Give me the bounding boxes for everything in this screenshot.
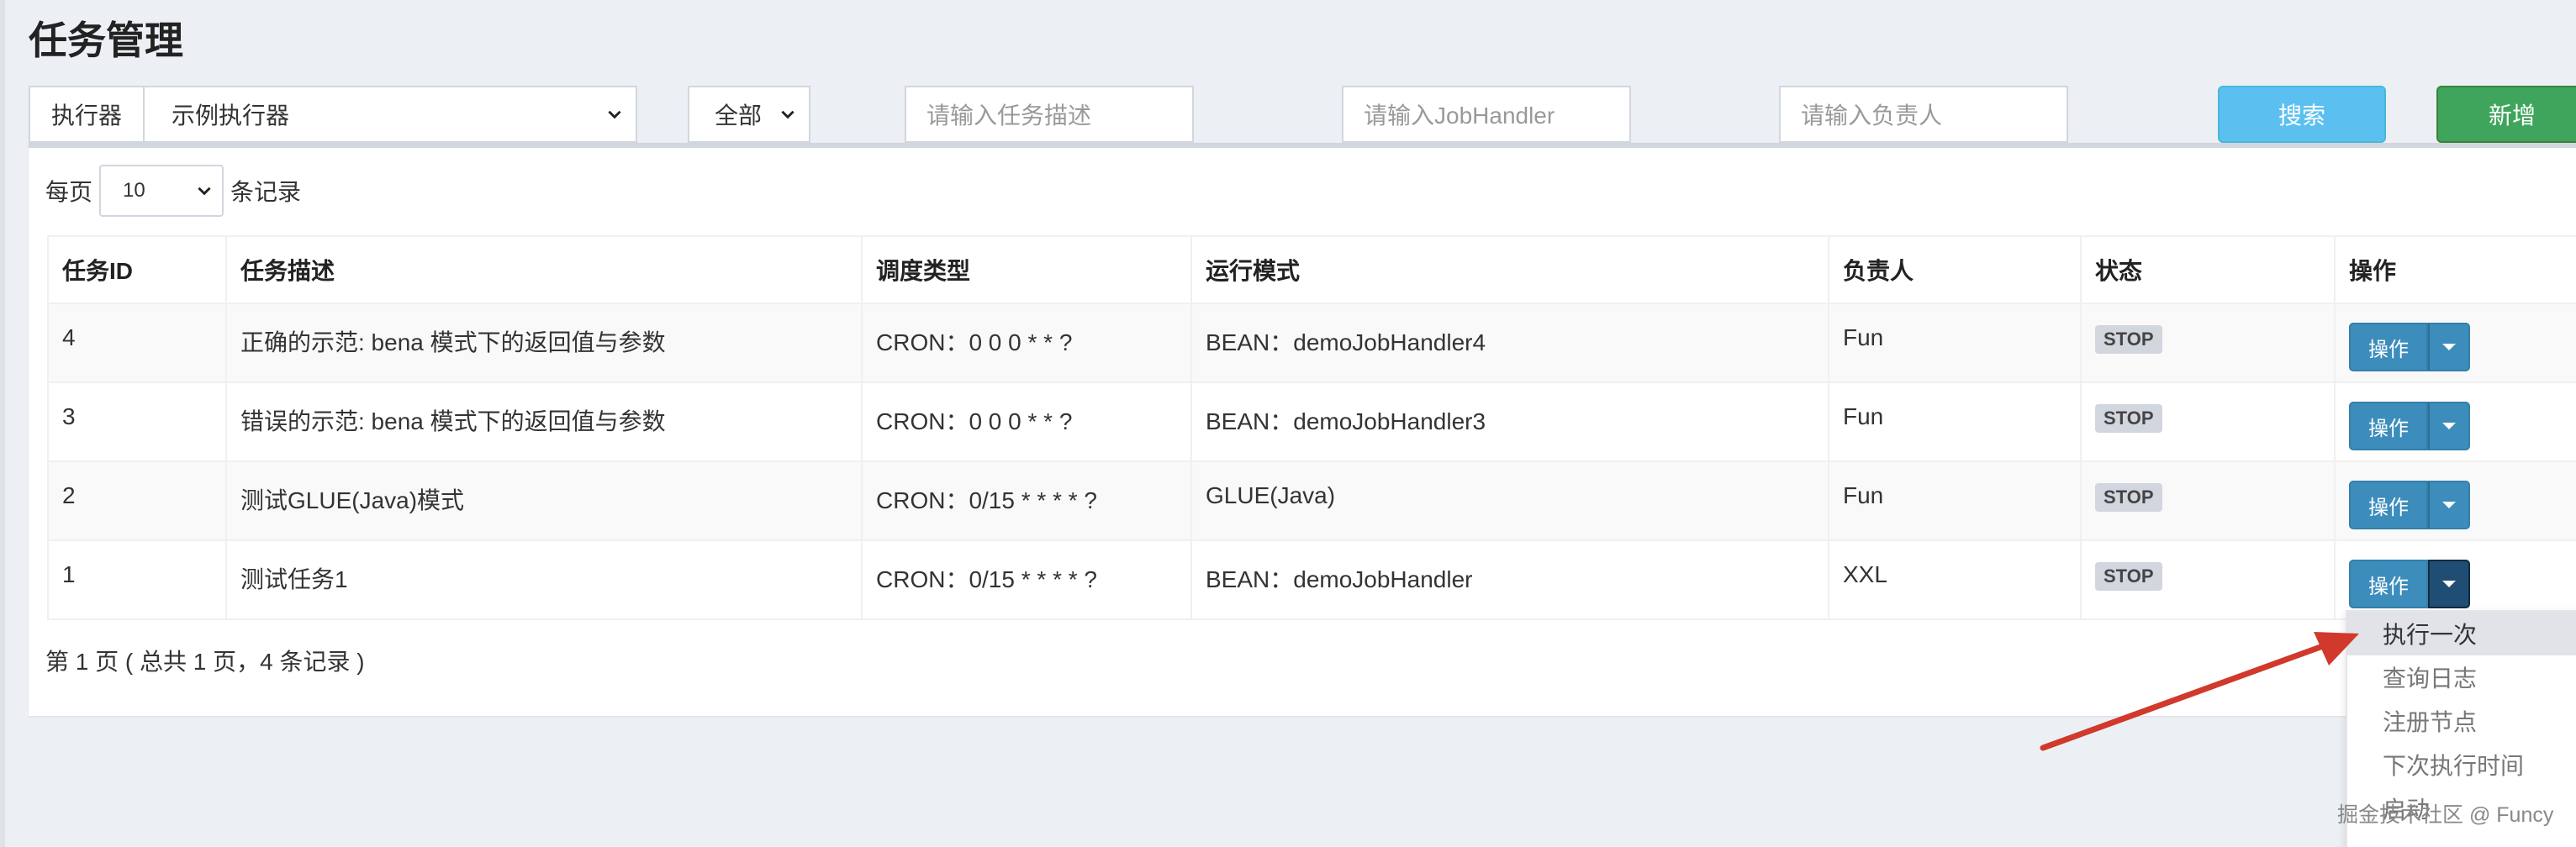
author-placeholder: 请输入负责人 [1801, 103, 1943, 129]
cell-schedule-type: CRON：0 0 0 * * ? [861, 381, 1192, 462]
executor-label: 执行器 [30, 87, 145, 141]
operation-button[interactable]: 操作 [2349, 402, 2428, 450]
cell-desc: 测试任务1 [225, 539, 863, 620]
job-table: 任务ID 任务描述 调度类型 运行模式 负责人 状态 操作 4 正确的示范: b… [47, 235, 2576, 620]
status-badge: STOP [2095, 404, 2162, 433]
page-title: 任务管理 [29, 18, 183, 62]
column-header-operation: 操作 [2334, 235, 2576, 304]
cell-author: XXL [1828, 539, 2082, 620]
left-border [0, 0, 5, 847]
status-badge: STOP [2095, 483, 2162, 512]
cell-operation: 操作 [2334, 302, 2576, 383]
cell-status: STOP [2080, 460, 2336, 541]
caret-down-icon [2442, 581, 2456, 587]
cell-desc: 正确的示范: bena 模式下的返回值与参数 [225, 302, 863, 383]
cell-run-mode: BEAN：demoJobHandler [1190, 539, 1829, 620]
cell-operation: 操作 [2334, 539, 2576, 620]
cell-run-mode: BEAN：demoJobHandler3 [1190, 381, 1829, 462]
cell-desc: 错误的示范: bena 模式下的返回值与参数 [225, 381, 863, 462]
cell-run-mode: GLUE(Java) [1190, 460, 1829, 541]
operation-dropdown-toggle[interactable] [2428, 481, 2470, 529]
per-page-prefix: 每页 [45, 179, 93, 205]
menu-item-registry-nodes[interactable]: 注册节点 [2347, 699, 2576, 743]
per-page-suffix: 条记录 [230, 179, 302, 205]
operation-button[interactable]: 操作 [2349, 323, 2428, 371]
menu-item-next-trigger-time[interactable]: 下次执行时间 [2347, 743, 2576, 786]
executor-select-value: 示例执行器 [172, 103, 290, 129]
add-button[interactable]: 新增 [2436, 86, 2576, 143]
table-row: 3 错误的示范: bena 模式下的返回值与参数 CRON：0 0 0 * * … [47, 381, 2576, 462]
cell-status: STOP [2080, 381, 2336, 462]
column-header-desc[interactable]: 任务描述 [225, 235, 863, 304]
watermark: 掘金技术社区 @ Funcy [2337, 803, 2554, 827]
column-header-schedule-type[interactable]: 调度类型 [861, 235, 1192, 304]
column-header-status[interactable]: 状态 [2080, 235, 2336, 304]
operation-dropdown-toggle[interactable] [2428, 402, 2470, 450]
cell-id: 3 [47, 381, 227, 462]
cell-schedule-type: CRON：0/15 * * * * ? [861, 539, 1192, 620]
cell-status: STOP [2080, 539, 2336, 620]
status-badge: STOP [2095, 562, 2162, 591]
menu-item-run-once[interactable]: 执行一次 [2347, 612, 2576, 655]
cell-id: 4 [47, 302, 227, 383]
operation-button[interactable]: 操作 [2349, 560, 2428, 608]
cell-operation: 操作 [2334, 460, 2576, 541]
cell-schedule-type: CRON：0/15 * * * * ? [861, 460, 1192, 541]
cell-status: STOP [2080, 302, 2336, 383]
caret-down-icon [2442, 502, 2456, 508]
per-page-select[interactable]: 10 [99, 165, 224, 217]
operation-button[interactable]: 操作 [2349, 481, 2428, 529]
table-row: 2 测试GLUE(Java)模式 CRON：0/15 * * * * ? GLU… [47, 460, 2576, 541]
status-select-value: 全部 [715, 103, 763, 129]
caret-down-icon [2442, 344, 2456, 350]
cell-operation: 操作 [2334, 381, 2576, 462]
chevron-down-icon [198, 187, 211, 196]
chevron-down-icon [781, 110, 794, 119]
operation-dropdown-toggle[interactable] [2428, 323, 2470, 371]
job-desc-placeholder: 请输入任务描述 [926, 103, 1092, 129]
cell-author: Fun [1828, 381, 2082, 462]
job-list-card: 每页 10 条记录 任务ID 任务描述 调度类型 运行模式 负责人 状态 操作 … [29, 143, 2576, 716]
cell-desc: 测试GLUE(Java)模式 [225, 460, 863, 541]
caret-down-icon [2442, 423, 2456, 429]
column-header-run-mode[interactable]: 运行模式 [1190, 235, 1829, 304]
operation-button-group: 操作 [2349, 560, 2470, 608]
column-header-id[interactable]: 任务ID [47, 235, 227, 304]
chevron-down-icon [608, 110, 621, 119]
menu-item-query-log[interactable]: 查询日志 [2347, 655, 2576, 699]
executor-select-group[interactable]: 执行器 示例执行器 [29, 86, 637, 143]
status-badge: STOP [2095, 325, 2162, 354]
operation-button-group: 操作 [2349, 402, 2470, 450]
cell-run-mode: BEAN：demoJobHandler4 [1190, 302, 1829, 383]
table-header-row: 任务ID 任务描述 调度类型 运行模式 负责人 状态 操作 [47, 235, 2576, 304]
table-row: 4 正确的示范: bena 模式下的返回值与参数 CRON：0 0 0 * * … [47, 302, 2576, 383]
author-input[interactable]: 请输入负责人 [1779, 86, 2068, 143]
operation-button-group: 操作 [2349, 481, 2470, 529]
per-page-value: 10 [123, 179, 145, 202]
pagination-summary: 第 1 页 ( 总共 1 页，4 条记录 ) [45, 649, 365, 675]
cell-id: 1 [47, 539, 227, 620]
per-page-control: 每页 10 条记录 [45, 165, 301, 217]
executor-select[interactable]: 示例执行器 [145, 87, 636, 141]
status-select[interactable]: 全部 [688, 86, 810, 143]
job-handler-placeholder: 请输入JobHandler [1364, 103, 1555, 129]
job-desc-input[interactable]: 请输入任务描述 [905, 86, 1194, 143]
operation-dropdown-toggle-open[interactable] [2428, 560, 2470, 608]
search-button[interactable]: 搜索 [2218, 86, 2386, 143]
table-row: 1 测试任务1 CRON：0/15 * * * * ? BEAN：demoJob… [47, 539, 2576, 620]
job-handler-input[interactable]: 请输入JobHandler [1342, 86, 1631, 143]
operation-button-group: 操作 [2349, 323, 2470, 371]
cell-id: 2 [47, 460, 227, 541]
cell-schedule-type: CRON：0 0 0 * * ? [861, 302, 1192, 383]
column-header-author[interactable]: 负责人 [1828, 235, 2082, 304]
cell-author: Fun [1828, 460, 2082, 541]
cell-author: Fun [1828, 302, 2082, 383]
